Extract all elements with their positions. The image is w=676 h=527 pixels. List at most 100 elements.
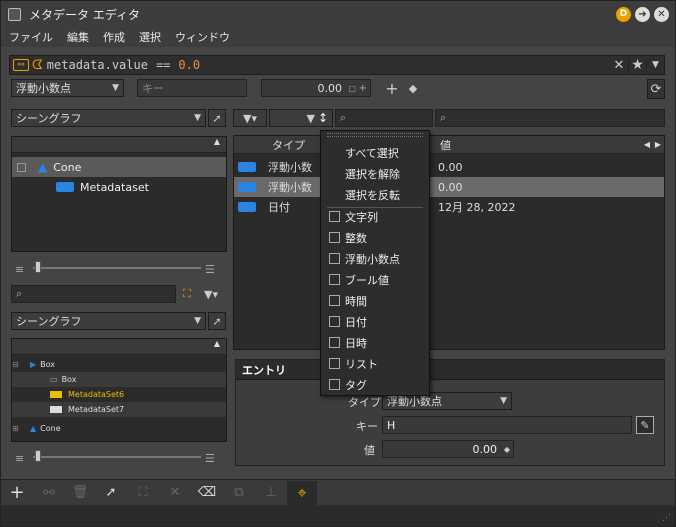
hierarchy-select-icon[interactable]: ⛶ xyxy=(127,481,159,505)
menu-item-tag[interactable]: タグ xyxy=(321,374,429,395)
star-icon[interactable]: ★ xyxy=(628,57,646,73)
column-filter-button[interactable]: ▼ ↕ xyxy=(269,109,333,127)
entry-key-input[interactable]: H xyxy=(382,416,632,434)
zoom-slider[interactable] xyxy=(33,456,201,458)
type-dropdown[interactable]: 浮動小数点 ▼ xyxy=(11,79,124,97)
remove-tag-icon[interactable]: ✕ xyxy=(159,481,191,505)
menu-item-datetime[interactable]: 日時 xyxy=(321,332,429,353)
search-input-value[interactable]: ⌕ xyxy=(435,109,665,127)
arrow-right-icon[interactable]: ➔ xyxy=(635,6,650,22)
scenegraph-dropdown-top[interactable]: シーングラフ ▼ xyxy=(11,109,206,127)
value-stepper[interactable]: 0.00 ▢ + xyxy=(261,79,371,97)
menu-item-time[interactable]: 時間 xyxy=(321,290,429,311)
scenegraph-tree-top: ▲ ▲ Cone Metadataset xyxy=(11,136,227,252)
resize-vertical-icon[interactable]: ↕ xyxy=(318,111,328,125)
menu-window[interactable]: ウィンドウ xyxy=(175,29,230,45)
list-detail-icon[interactable]: ☰ xyxy=(205,263,215,276)
collapse-icon[interactable] xyxy=(17,162,26,172)
filter-icon[interactable]: ▼▾ xyxy=(233,109,267,127)
tree-row-metadataset6[interactable]: MetadataSet6 xyxy=(12,387,226,402)
menu-item-bool[interactable]: ブール値 xyxy=(321,269,429,290)
checkbox[interactable] xyxy=(329,337,340,348)
checkbox[interactable] xyxy=(329,316,340,327)
tree-row-box-shape[interactable]: ▭ Box xyxy=(12,372,226,387)
tree-row-cone[interactable]: ⊞ ▲ Cone xyxy=(12,421,226,436)
menu-item-select-all[interactable]: すべて選択 xyxy=(321,142,429,163)
increment-icon[interactable]: + xyxy=(359,83,367,94)
select-cursor-icon[interactable]: ➚ xyxy=(208,312,226,330)
type-filter-menu: すべて選択 選択を解除 選択を反転 文字列 整数 浮動小数点 ブール値 時間 日… xyxy=(320,130,430,396)
hierarchy-icon[interactable]: ⛶ xyxy=(179,285,195,303)
menu-item-label: 日時 xyxy=(345,336,367,350)
search-input-column[interactable]: ⌕ xyxy=(335,109,433,127)
scroll-left-icon[interactable]: ◀ xyxy=(644,140,650,149)
stepper-icon[interactable]: ◆ xyxy=(504,445,510,454)
scroll-right-icon[interactable]: ▶ xyxy=(655,140,661,149)
menu-file[interactable]: ファイル xyxy=(9,29,53,45)
table-row[interactable]: 浮動小数 0.00 xyxy=(234,157,664,177)
link-icon[interactable]: ⚯ xyxy=(13,59,29,71)
eraser-icon[interactable]: ◆ xyxy=(405,79,421,97)
resize-grip-icon[interactable]: ⋰ xyxy=(662,513,671,523)
entry-type-label: タイプ xyxy=(348,396,381,409)
checkbox[interactable] xyxy=(329,379,340,390)
tree-row-metadataset7[interactable]: MetadataSet7 xyxy=(12,402,226,417)
menu-drag-handle[interactable] xyxy=(327,133,423,137)
add-icon[interactable]: + xyxy=(1,481,33,505)
select-tag-icon[interactable]: ➚ xyxy=(95,481,127,505)
menu-edit[interactable]: 編集 xyxy=(67,29,89,45)
copy-tag-icon[interactable]: ⧉ xyxy=(223,481,255,505)
add-icon[interactable]: + xyxy=(384,79,400,98)
list-icon[interactable]: ≡ xyxy=(15,263,24,276)
menu-item-float[interactable]: 浮動小数点 xyxy=(321,248,429,269)
tree-row-metadataset[interactable]: Metadataset xyxy=(12,177,226,197)
menu-item-integer[interactable]: 整数 xyxy=(321,227,429,248)
menu-item-string[interactable]: 文字列 xyxy=(321,206,429,227)
target-icon[interactable]: ⌖ xyxy=(287,480,317,505)
checkbox[interactable] xyxy=(329,295,340,306)
zoom-slider-handle[interactable] xyxy=(35,450,41,462)
chevron-up-icon[interactable]: ▲ xyxy=(214,339,220,348)
table-header: タイプ 値 ◀ ▶ xyxy=(234,136,664,154)
dock-badge-icon[interactable]: D xyxy=(616,6,631,22)
column-header-value[interactable]: 値 xyxy=(436,137,451,153)
table-row[interactable]: 日付 12月 28, 2022 xyxy=(234,197,664,217)
menu-item-invert[interactable]: 選択を反転 xyxy=(321,184,429,205)
checkbox[interactable] xyxy=(329,211,340,222)
scenegraph-dropdown-label: シーングラフ xyxy=(16,112,82,125)
menu-item-list[interactable]: リスト xyxy=(321,353,429,374)
scenegraph-dropdown-bottom[interactable]: シーングラフ ▼ xyxy=(11,312,206,330)
chevron-up-icon[interactable]: ▲ xyxy=(214,137,220,146)
list-icon[interactable]: ≡ xyxy=(15,452,24,465)
checkbox[interactable] xyxy=(329,274,340,285)
link-icon[interactable]: ⚯ xyxy=(33,481,65,505)
clear-expression-icon[interactable]: ✕ xyxy=(610,58,628,73)
table-row[interactable]: 浮動小数 0.00 xyxy=(234,177,664,197)
zoom-slider[interactable] xyxy=(33,267,201,269)
checkbox[interactable] xyxy=(329,232,340,243)
expression-bar[interactable]: ⚯ ᗧ metadata.value == 0.0 ✕ ★ ▼ xyxy=(9,55,665,75)
menu-select[interactable]: 選択 xyxy=(139,29,161,45)
chevron-down-icon[interactable]: ▼ xyxy=(646,60,664,70)
pencil-icon[interactable]: ✎ xyxy=(636,416,654,434)
decrement-icon[interactable]: ▢ xyxy=(348,84,356,93)
tree-row-cone[interactable]: ▲ Cone xyxy=(12,157,226,177)
filter-icon[interactable]: ▼▾ xyxy=(197,285,225,303)
tree-row-box[interactable]: ⊟ ▶ Box xyxy=(12,357,226,372)
checkbox[interactable] xyxy=(329,358,340,369)
trash-icon[interactable]: 🗑 xyxy=(65,481,95,505)
search-input-left[interactable]: ⌕ xyxy=(11,285,176,303)
zoom-slider-handle[interactable] xyxy=(35,261,41,273)
menu-item-deselect[interactable]: 選択を解除 xyxy=(321,163,429,184)
refresh-icon[interactable]: ⟳ xyxy=(647,79,665,99)
entry-value-stepper[interactable]: 0.00 ◆ xyxy=(382,440,514,458)
checkbox[interactable] xyxy=(329,253,340,264)
align-bottom-icon[interactable]: ⊥ xyxy=(255,481,287,505)
select-cursor-icon[interactable]: ➚ xyxy=(208,109,226,127)
menu-create[interactable]: 作成 xyxy=(103,29,125,45)
close-icon[interactable]: ✕ xyxy=(654,6,669,22)
key-input[interactable]: キー xyxy=(137,79,247,97)
list-detail-icon[interactable]: ☰ xyxy=(205,452,215,465)
menu-item-date[interactable]: 日付 xyxy=(321,311,429,332)
delete-tag-icon[interactable]: ⌫ xyxy=(191,481,223,505)
